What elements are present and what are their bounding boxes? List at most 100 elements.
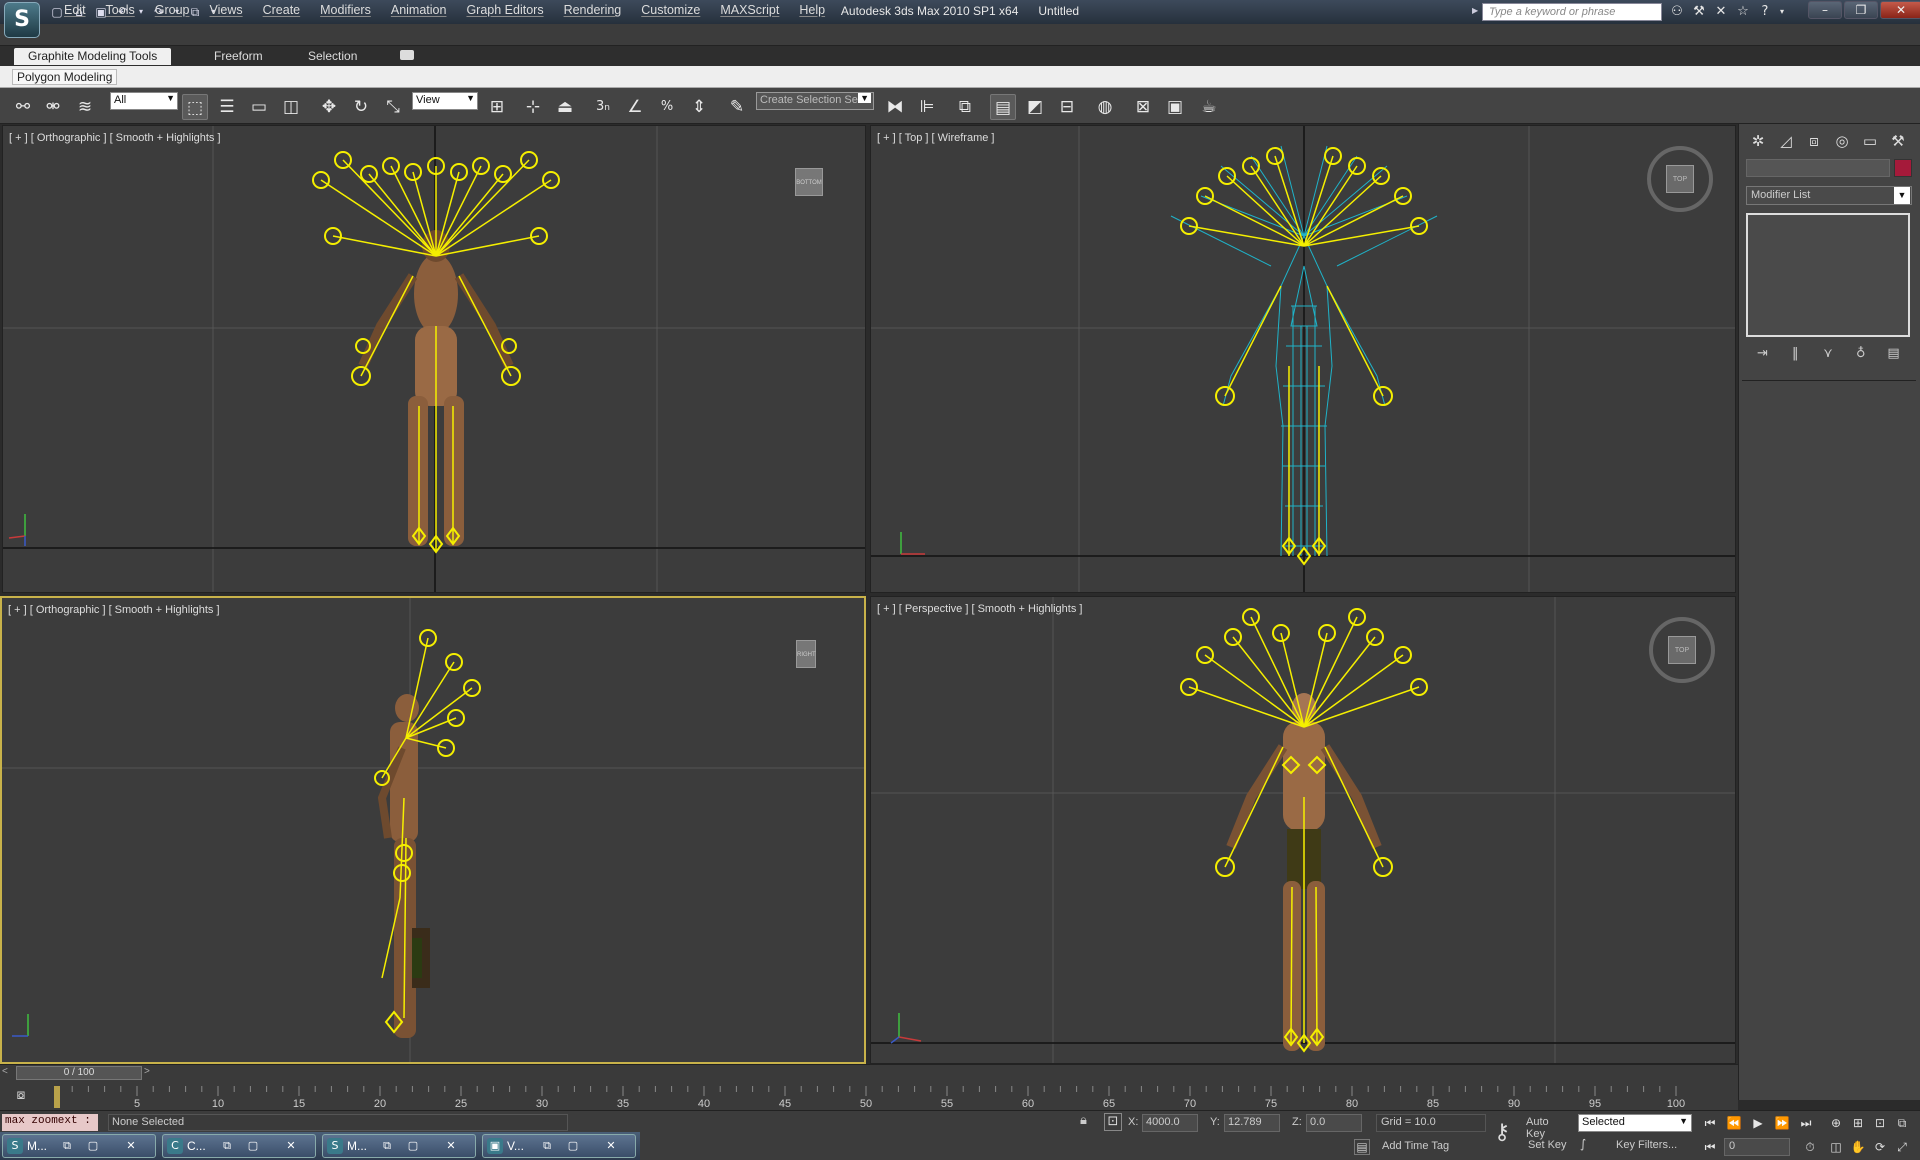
ribbon-minimize-icon[interactable]	[400, 50, 414, 60]
play-icon[interactable]: ▶	[1748, 1114, 1768, 1132]
viewport-label[interactable]: [ + ] [ Orthographic ] [ Smooth + Highli…	[8, 604, 220, 616]
time-slider-prev-icon[interactable]: <	[2, 1066, 14, 1080]
viewcube[interactable]: BOTTOM	[795, 168, 823, 196]
select-and-manipulate-icon[interactable]: ⊹	[520, 94, 546, 120]
chevron-down-icon[interactable]: ▼	[1894, 187, 1910, 204]
taskbar-restore-icon[interactable]: ⧉	[379, 1138, 395, 1154]
viewport-side-orthographic[interactable]: [ + ] [ Orthographic ] [ Smooth + Highli…	[0, 596, 866, 1064]
open-mini-curve-editor-icon[interactable]: ⧇	[10, 1087, 32, 1105]
time-slider-next-icon[interactable]: >	[144, 1066, 156, 1080]
go-to-end-icon[interactable]: ⏭	[1796, 1114, 1816, 1132]
select-by-name-icon[interactable]: ☰	[214, 94, 240, 120]
zoom-extents-icon[interactable]: ⊡	[1870, 1114, 1890, 1132]
binoculars-icon[interactable]: ⚇	[1668, 3, 1686, 21]
restore-button[interactable]: ❐	[1844, 1, 1878, 19]
modifier-stack[interactable]	[1746, 213, 1910, 337]
make-unique-icon[interactable]: ⋎	[1818, 344, 1838, 364]
set-keys-key-icon[interactable]: ⚷	[1488, 1120, 1516, 1148]
pin-stack-icon[interactable]: ⇥	[1752, 344, 1772, 364]
layer-manager-icon[interactable]: ⧉	[952, 94, 978, 120]
current-frame-field[interactable]: 0	[1724, 1138, 1790, 1156]
taskbar-close-icon[interactable]: ✕	[283, 1138, 299, 1154]
search-expand-icon[interactable]: ▶	[1472, 6, 1478, 15]
menu-views[interactable]: Views	[199, 3, 252, 17]
key-filters-button[interactable]: Key Filters...	[1604, 1137, 1694, 1156]
display-panel-icon[interactable]: ▭	[1859, 130, 1881, 152]
schematic-view-icon[interactable]: ⊟	[1054, 94, 1080, 120]
taskbar-close-icon[interactable]: ✕	[443, 1138, 459, 1154]
set-key-button[interactable]: Set Key	[1522, 1137, 1574, 1156]
menu-create[interactable]: Create	[253, 3, 311, 17]
taskbar-item[interactable]: C C... ⧉ ▢ ✕	[162, 1134, 316, 1158]
go-to-start-icon[interactable]: ⏮	[1700, 1114, 1720, 1132]
spinner-snap-icon[interactable]: ⇕	[686, 94, 712, 120]
viewport-label[interactable]: [ + ] [ Orthographic ] [ Smooth + Highli…	[9, 132, 221, 144]
close-button[interactable]: ✕	[1880, 1, 1920, 19]
pan-hand-icon[interactable]: ✋	[1848, 1138, 1868, 1156]
show-end-result-icon[interactable]: ‖	[1785, 344, 1805, 364]
previous-frame-icon[interactable]: ⏪	[1724, 1114, 1744, 1132]
curve-editor-icon[interactable]: ◩	[1022, 94, 1048, 120]
viewcube[interactable]: TOP	[1666, 165, 1694, 193]
snaps-toggle-icon[interactable]: 3n	[590, 94, 616, 120]
viewport-front-orthographic[interactable]: [ + ] [ Orthographic ] [ Smooth + Highli…	[2, 125, 866, 593]
select-object-icon[interactable]: ⬚	[182, 94, 208, 120]
select-and-move-icon[interactable]: ✥	[316, 94, 342, 120]
menu-help[interactable]: Help	[789, 3, 835, 17]
object-color-swatch[interactable]	[1894, 159, 1912, 177]
taskbar-restore-icon[interactable]: ⧉	[219, 1138, 235, 1154]
utilities-panel-icon[interactable]: ⚒	[1887, 130, 1909, 152]
time-slider[interactable]: 0 / 100	[16, 1066, 142, 1080]
viewcube[interactable]: RIGHT	[796, 640, 816, 668]
taskbar-item[interactable]: ▣ V... ⧉ ▢ ✕	[482, 1134, 636, 1158]
next-frame-icon[interactable]: ⏩	[1772, 1114, 1792, 1132]
help-dropdown-icon[interactable]: ▾	[1778, 3, 1786, 21]
tab-selection[interactable]: Selection	[294, 48, 371, 65]
edit-named-selection-icon[interactable]: ✎	[724, 94, 750, 120]
current-frame-marker[interactable]	[54, 1086, 60, 1108]
material-editor-icon[interactable]: ◍	[1092, 94, 1118, 120]
rectangular-selection-icon[interactable]: ▭	[246, 94, 272, 120]
named-selection-sets-dropdown[interactable]: Create Selection Se ▼	[756, 92, 874, 110]
bind-space-warp-icon[interactable]: ≋	[72, 94, 98, 120]
remove-modifier-icon[interactable]: ♁	[1851, 344, 1871, 364]
viewcube[interactable]: TOP	[1668, 636, 1696, 664]
taskbar-maximize-icon[interactable]: ▢	[245, 1138, 261, 1154]
menu-group[interactable]: Group	[145, 3, 200, 17]
tab-graphite-modeling-tools[interactable]: Graphite Modeling Tools	[14, 48, 172, 65]
viewport-perspective[interactable]: [ + ] [ Perspective ] [ Smooth + Highlig…	[870, 596, 1736, 1064]
viewport-label[interactable]: [ + ] [ Top ] [ Wireframe ]	[877, 132, 994, 144]
unlink-selection-icon[interactable]: ⚮	[40, 94, 66, 120]
field-of-view-icon[interactable]: ◫	[1826, 1138, 1846, 1156]
selection-filter-dropdown[interactable]: All ▼	[110, 92, 178, 110]
object-name-field[interactable]	[1746, 159, 1890, 177]
zoom-all-icon[interactable]: ⊞	[1848, 1114, 1868, 1132]
subscription-icon[interactable]: ⚒	[1690, 3, 1708, 21]
motion-panel-icon[interactable]: ◎	[1831, 130, 1853, 152]
modify-panel-icon[interactable]: ◿	[1775, 130, 1797, 152]
taskbar-maximize-icon[interactable]: ▢	[85, 1138, 101, 1154]
graphite-toggle-icon[interactable]: ▤	[990, 94, 1016, 120]
menu-edit[interactable]: Edit	[54, 3, 96, 17]
absolute-mode-transform-icon[interactable]: ⊡	[1104, 1113, 1122, 1131]
favorites-star-icon[interactable]: ☆	[1734, 3, 1752, 21]
x-coord-field[interactable]: 4000.0	[1142, 1114, 1198, 1132]
y-coord-field[interactable]: 12.789	[1224, 1114, 1280, 1132]
align-icon[interactable]: ⊫	[914, 94, 940, 120]
menu-rendering[interactable]: Rendering	[554, 3, 632, 17]
add-time-tag-button[interactable]: Add Time Tag	[1356, 1138, 1488, 1156]
app-logo-button[interactable]: S	[4, 2, 40, 38]
taskbar-close-icon[interactable]: ✕	[603, 1138, 619, 1154]
select-and-rotate-icon[interactable]: ↻	[348, 94, 374, 120]
menu-customize[interactable]: Customize	[631, 3, 710, 17]
angle-snap-icon[interactable]: ∠	[622, 94, 648, 120]
menu-graph-editors[interactable]: Graph Editors	[456, 3, 553, 17]
tab-freeform[interactable]: Freeform	[200, 48, 277, 65]
menu-modifiers[interactable]: Modifiers	[310, 3, 381, 17]
select-and-link-icon[interactable]: ⚯	[10, 94, 36, 120]
mirror-icon[interactable]: ⧓	[882, 94, 908, 120]
rendered-frame-window-icon[interactable]: ▣	[1162, 94, 1188, 120]
create-panel-icon[interactable]: ✲	[1747, 130, 1769, 152]
maxscript-listener-input[interactable]: max zoomext :	[2, 1114, 98, 1131]
zoom-icon[interactable]: ⊕	[1826, 1114, 1846, 1132]
